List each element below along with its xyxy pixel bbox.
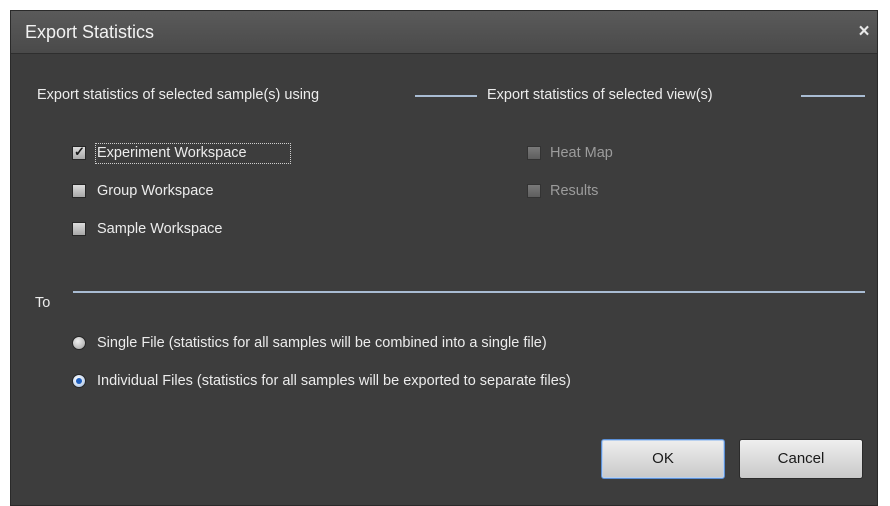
- checkmark-icon: ✓: [74, 144, 85, 159]
- single-file-label[interactable]: Single File (statistics for all samples …: [97, 335, 547, 351]
- close-icon[interactable]: ×: [853, 21, 875, 43]
- heat-map-label[interactable]: Heat Map: [550, 145, 613, 161]
- individual-files-radio[interactable]: [72, 374, 86, 388]
- results-checkbox[interactable]: [527, 184, 541, 198]
- heat-map-checkbox[interactable]: [527, 146, 541, 160]
- cancel-button[interactable]: Cancel: [739, 439, 863, 479]
- to-section-rule: [73, 291, 865, 293]
- ok-button[interactable]: OK: [601, 439, 725, 479]
- dialog-title: Export Statistics: [25, 22, 155, 42]
- export-statistics-dialog: Export Statistics × Export statistics of…: [10, 10, 878, 506]
- views-section-header: Export statistics of selected view(s): [487, 87, 713, 103]
- samples-section-rule: [415, 95, 477, 97]
- group-workspace-checkbox[interactable]: [72, 184, 86, 198]
- single-file-radio[interactable]: [72, 336, 86, 350]
- to-section-header: To: [35, 295, 51, 311]
- results-label[interactable]: Results: [550, 183, 598, 199]
- individual-files-label[interactable]: Individual Files (statistics for all sam…: [97, 373, 571, 389]
- samples-section-header: Export statistics of selected sample(s) …: [37, 87, 320, 103]
- group-workspace-label[interactable]: Group Workspace: [97, 183, 214, 199]
- sample-workspace-label[interactable]: Sample Workspace: [97, 221, 222, 237]
- experiment-workspace-label[interactable]: Experiment Workspace: [97, 145, 247, 161]
- title-bar[interactable]: Export Statistics ×: [11, 11, 877, 54]
- views-section-rule: [801, 95, 865, 97]
- experiment-workspace-checkbox[interactable]: ✓: [72, 144, 86, 160]
- radio-selected-dot: [76, 378, 82, 384]
- sample-workspace-checkbox[interactable]: [72, 222, 86, 236]
